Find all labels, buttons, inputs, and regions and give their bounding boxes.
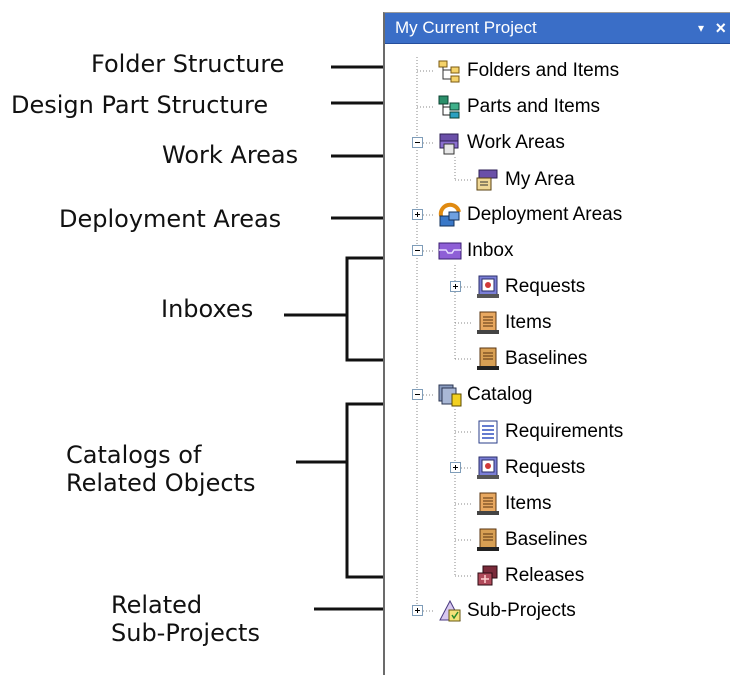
tree-label-folders-and-items: Folders and Items <box>467 60 620 81</box>
expand-toggle-sub-projects[interactable] <box>412 605 423 616</box>
tree-label-deployment-areas: Deployment Areas <box>467 204 623 225</box>
releases-icon <box>477 565 498 586</box>
baselines-icon <box>477 347 499 370</box>
collapse-toggle-catalog[interactable] <box>412 389 423 400</box>
folder-structure-icon <box>438 60 460 83</box>
expand-toggle-inbox-requests[interactable] <box>450 281 461 292</box>
sub-projects-icon <box>439 599 461 622</box>
tree-label-inbox-baselines: Baselines <box>505 348 588 369</box>
requests-icon <box>477 275 499 298</box>
work-areas-icon <box>439 133 459 155</box>
tree-label-catalog-releases: Releases <box>505 565 585 586</box>
tree-label-sub-projects: Sub-Projects <box>467 600 576 621</box>
tree-label-work-areas: Work Areas <box>467 132 565 153</box>
expand-toggle-deployment-areas[interactable] <box>412 209 423 220</box>
requests-icon <box>477 456 499 479</box>
collapse-toggle-inbox[interactable] <box>412 245 423 256</box>
tree-label-inbox: Inbox <box>467 240 514 261</box>
expand-toggle-catalog-requests[interactable] <box>450 462 461 473</box>
tree-label-catalog: Catalog <box>467 384 533 405</box>
tree-label-catalog-requirements: Requirements <box>505 421 624 442</box>
tree-label-catalog-requests: Requests <box>505 457 586 478</box>
project-explorer-panel: My Current Project ▾ × Folders and Items… <box>383 12 730 675</box>
tree-label-my-area: My Area <box>505 169 575 190</box>
baselines-icon <box>477 528 499 551</box>
callout-lines <box>284 65 390 611</box>
tree-label-catalog-items: Items <box>505 493 552 514</box>
tree-label-inbox-requests: Requests <box>505 276 586 297</box>
tree-label-catalog-baselines: Baselines <box>505 529 588 550</box>
inbox-icon <box>438 242 462 260</box>
items-icon <box>477 311 499 334</box>
callout-catalogs-bracket <box>345 402 388 579</box>
collapse-toggle-work-areas[interactable] <box>412 137 423 148</box>
tree-label-parts-and-items: Parts and Items <box>467 96 601 117</box>
items-icon <box>477 492 499 515</box>
callout-inboxes-bracket <box>345 256 388 362</box>
my-area-icon <box>476 169 498 191</box>
tree-label-inbox-items: Items <box>505 312 552 333</box>
catalog-icon <box>438 384 462 407</box>
deployment-areas-icon <box>438 202 461 227</box>
design-part-structure-icon <box>438 95 460 119</box>
requirements-icon <box>478 420 498 444</box>
